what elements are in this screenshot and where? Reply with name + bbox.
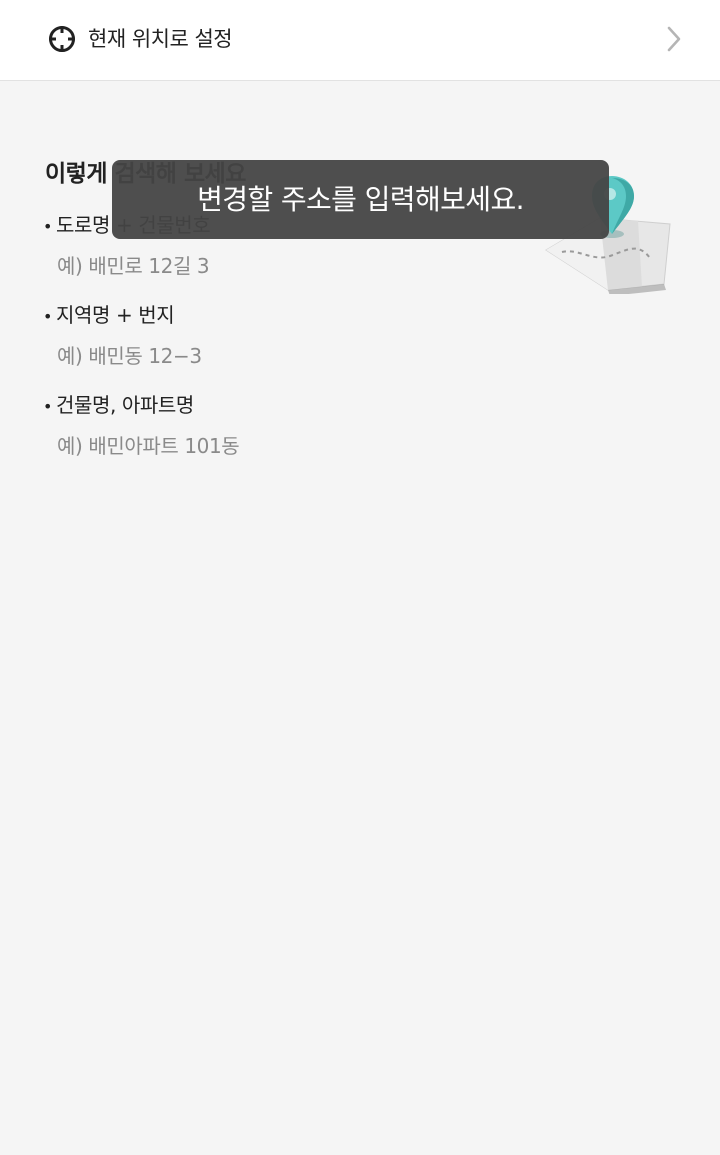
crosshair-icon [49, 26, 75, 52]
guide-item-building: • 건물명, 아파트명 [43, 391, 194, 421]
toast-message: 변경할 주소를 입력해보세요. [112, 160, 609, 239]
top-bar: 현재 위치로 설정 [0, 0, 720, 81]
set-current-location-label: 현재 위치로 설정 [88, 27, 233, 51]
guide-item-label: 지역명 + 번지 [56, 303, 175, 327]
guide-example-building: 예) 배민아파트 101동 [57, 434, 240, 458]
guide-example-road: 예) 배민로 12길 3 [57, 254, 210, 278]
set-current-location-button[interactable]: 현재 위치로 설정 [0, 0, 720, 80]
guide-item-area: • 지역명 + 번지 [43, 301, 175, 331]
bullet: • [43, 397, 53, 416]
toast-text: 변경할 주소를 입력해보세요. [197, 183, 524, 216]
bullet: • [43, 217, 53, 236]
guide-item-label: 건물명, 아파트명 [56, 393, 194, 417]
bullet: • [43, 307, 53, 326]
chevron-right-icon [667, 26, 681, 52]
guide-example-area: 예) 배민동 12−3 [57, 344, 202, 368]
